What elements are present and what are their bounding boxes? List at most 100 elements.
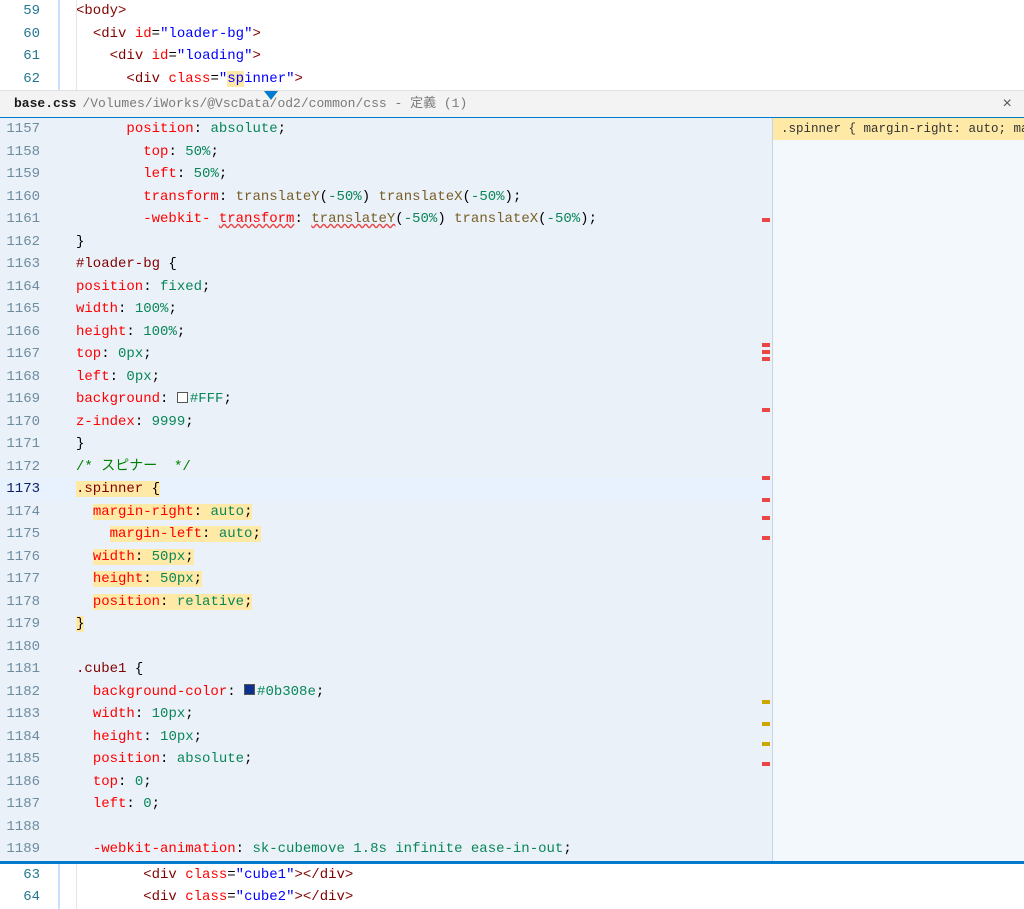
code-content[interactable]: <div class="spinner"> <box>76 68 1024 91</box>
code-line[interactable]: 61 <div id="loading"> <box>0 45 1024 68</box>
code-content[interactable]: background-color: #0b308e; <box>76 681 772 704</box>
code-line[interactable]: 1168left: 0px; <box>0 366 772 389</box>
overview-ruler[interactable] <box>758 118 772 861</box>
code-content[interactable]: background: #FFF; <box>76 388 772 411</box>
overview-marker[interactable] <box>762 476 770 480</box>
code-line[interactable]: 1170z-index: 9999; <box>0 411 772 434</box>
code-content[interactable]: width: 10px; <box>76 703 772 726</box>
code-line[interactable]: 1167top: 0px; <box>0 343 772 366</box>
code-content[interactable]: <body> <box>76 0 1024 23</box>
code-line[interactable]: 1163#loader-bg { <box>0 253 772 276</box>
code-content[interactable]: top: 50%; <box>76 141 772 164</box>
main-editor-continued[interactable]: 63 <div class="cube1"></div>64 <div clas… <box>0 863 1024 909</box>
gutter <box>58 864 76 887</box>
code-content[interactable] <box>76 636 772 659</box>
code-content[interactable]: top: 0; <box>76 771 772 794</box>
code-line[interactable]: 1158 top: 50%; <box>0 141 772 164</box>
code-line[interactable]: 1183 width: 10px; <box>0 703 772 726</box>
main-editor[interactable]: 59<body>60 <div id="loader-bg">61 <div i… <box>0 0 1024 90</box>
code-line[interactable]: 1177 height: 50px; <box>0 568 772 591</box>
overview-marker[interactable] <box>762 343 770 347</box>
code-content[interactable]: } <box>76 613 772 636</box>
code-line[interactable]: 1186 top: 0; <box>0 771 772 794</box>
code-line[interactable]: 1181.cube1 { <box>0 658 772 681</box>
code-content[interactable]: width: 100%; <box>76 298 772 321</box>
code-content[interactable] <box>76 816 772 839</box>
overview-marker[interactable] <box>762 536 770 540</box>
code-content[interactable]: } <box>76 433 772 456</box>
code-line[interactable]: 62 <div class="spinner"> <box>0 68 1024 91</box>
overview-marker[interactable] <box>762 742 770 746</box>
overview-marker[interactable] <box>762 700 770 704</box>
code-content[interactable]: <div id="loading"> <box>76 45 1024 68</box>
code-content[interactable]: left: 50%; <box>76 163 772 186</box>
code-content[interactable]: -webkit-animation: sk-cubemove 1.8s infi… <box>76 838 772 861</box>
code-line[interactable]: 1176 width: 50px; <box>0 546 772 569</box>
overview-marker[interactable] <box>762 218 770 222</box>
code-line[interactable]: 1189 -webkit-animation: sk-cubemove 1.8s… <box>0 838 772 861</box>
code-line[interactable]: 1162} <box>0 231 772 254</box>
overview-marker[interactable] <box>762 408 770 412</box>
code-line[interactable]: 59<body> <box>0 0 1024 23</box>
overview-marker[interactable] <box>762 350 770 354</box>
code-line[interactable]: 1161 -webkit- transform: translateY(-50%… <box>0 208 772 231</box>
code-content[interactable]: <div class="cube2"></div> <box>76 886 1024 909</box>
code-line[interactable]: 1171} <box>0 433 772 456</box>
code-content[interactable]: top: 0px; <box>76 343 772 366</box>
code-line[interactable]: 1182 background-color: #0b308e; <box>0 681 772 704</box>
code-line[interactable]: 1172/* スピナー */ <box>0 456 772 479</box>
code-line[interactable]: 64 <div class="cube2"></div> <box>0 886 1024 909</box>
code-line[interactable]: 1157 position: absolute; <box>0 118 772 141</box>
code-content[interactable]: left: 0px; <box>76 366 772 389</box>
code-line[interactable]: 63 <div class="cube1"></div> <box>0 864 1024 887</box>
code-content[interactable]: /* スピナー */ <box>76 456 772 479</box>
code-line[interactable]: 1180 <box>0 636 772 659</box>
code-content[interactable]: position: relative; <box>76 591 772 614</box>
code-content[interactable]: height: 100%; <box>76 321 772 344</box>
code-content[interactable]: position: absolute; <box>76 118 772 141</box>
code-line[interactable]: 1169background: #FFF; <box>0 388 772 411</box>
code-content[interactable]: <div id="loader-bg"> <box>76 23 1024 46</box>
code-line[interactable]: 1184 height: 10px; <box>0 726 772 749</box>
code-line[interactable]: 1187 left: 0; <box>0 793 772 816</box>
code-line[interactable]: 1165width: 100%; <box>0 298 772 321</box>
code-content[interactable]: width: 50px; <box>76 546 772 569</box>
close-icon[interactable]: × <box>1002 90 1012 118</box>
code-line[interactable]: 1179} <box>0 613 772 636</box>
code-line[interactable]: 1173.spinner { <box>0 478 772 501</box>
peek-definition-view[interactable]: 1157 position: absolute;1158 top: 50%;11… <box>0 118 1024 863</box>
overview-marker[interactable] <box>762 357 770 361</box>
code-content[interactable]: height: 10px; <box>76 726 772 749</box>
code-line[interactable]: 1178 position: relative; <box>0 591 772 614</box>
code-content[interactable]: <div class="cube1"></div> <box>76 864 1024 887</box>
overview-marker[interactable] <box>762 762 770 766</box>
peek-reference-item[interactable]: .spinner { margin-right: auto; margin-le… <box>773 118 1024 140</box>
code-line[interactable]: 1185 position: absolute; <box>0 748 772 771</box>
code-line[interactable]: 1160 transform: translateY(-50%) transla… <box>0 186 772 209</box>
code-content[interactable]: height: 50px; <box>76 568 772 591</box>
code-line[interactable]: 60 <div id="loader-bg"> <box>0 23 1024 46</box>
overview-marker[interactable] <box>762 722 770 726</box>
code-content[interactable]: position: absolute; <box>76 748 772 771</box>
code-content[interactable]: position: fixed; <box>76 276 772 299</box>
code-line[interactable]: 1166height: 100%; <box>0 321 772 344</box>
code-content[interactable]: #loader-bg { <box>76 253 772 276</box>
overview-marker[interactable] <box>762 516 770 520</box>
code-line[interactable]: 1159 left: 50%; <box>0 163 772 186</box>
code-content[interactable]: z-index: 9999; <box>76 411 772 434</box>
peek-reference-list[interactable]: .spinner { margin-right: auto; margin-le… <box>772 118 1024 861</box>
peek-code-area[interactable]: 1157 position: absolute;1158 top: 50%;11… <box>0 118 772 861</box>
code-content[interactable]: .cube1 { <box>76 658 772 681</box>
code-content[interactable]: .spinner { <box>76 478 772 501</box>
code-line[interactable]: 1174 margin-right: auto; <box>0 501 772 524</box>
code-content[interactable]: margin-right: auto; <box>76 501 772 524</box>
code-content[interactable]: transform: translateY(-50%) translateX(-… <box>76 186 772 209</box>
code-content[interactable]: margin-left: auto; <box>76 523 772 546</box>
code-content[interactable]: left: 0; <box>76 793 772 816</box>
code-line[interactable]: 1188 <box>0 816 772 839</box>
code-content[interactable]: -webkit- transform: translateY(-50%) tra… <box>76 208 772 231</box>
code-line[interactable]: 1175 margin-left: auto; <box>0 523 772 546</box>
code-line[interactable]: 1164position: fixed; <box>0 276 772 299</box>
code-content[interactable]: } <box>76 231 772 254</box>
overview-marker[interactable] <box>762 498 770 502</box>
